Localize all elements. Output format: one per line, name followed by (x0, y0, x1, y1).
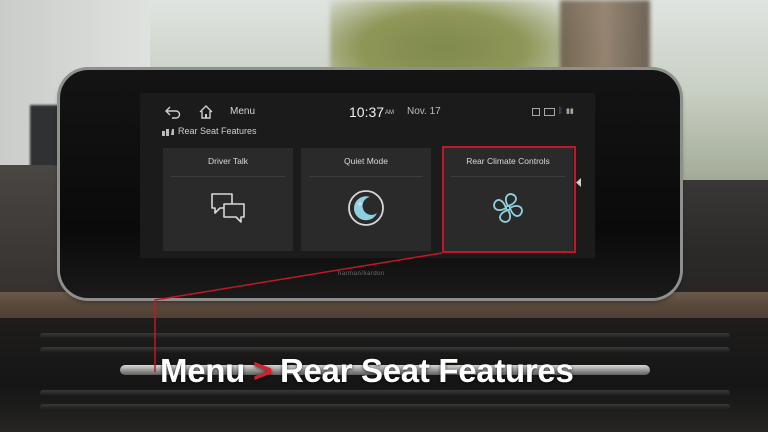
status-icons: ᛒ ▮▮ (532, 106, 582, 116)
rear-seat-icon (162, 129, 174, 136)
tile-quiet-mode[interactable]: Quiet Mode (301, 148, 431, 251)
status-bar: Menu 10:37 AM Nov. 17 ᛒ ▮▮ (140, 93, 595, 129)
scroll-indicator-icon[interactable] (576, 178, 581, 187)
vent-louver (40, 404, 730, 410)
clock-time: 10:37 (349, 104, 385, 120)
menu-button[interactable]: Menu (230, 106, 255, 117)
clock-ampm: AM (385, 110, 394, 116)
highlight-box (442, 146, 576, 253)
bezel-brand-label: harman/kardon (338, 271, 385, 277)
speech-bubbles-icon (211, 193, 245, 223)
tile-driver-talk[interactable]: Driver Talk (163, 148, 293, 251)
home-button[interactable] (198, 104, 214, 120)
phone-status-icon (532, 108, 540, 116)
vent-louver (40, 390, 730, 396)
tile-divider (309, 176, 423, 177)
caption-part1: Menu (160, 352, 245, 389)
breadcrumb-label: Rear Seat Features (178, 126, 257, 136)
back-button[interactable] (165, 105, 181, 119)
battery-icon (544, 108, 555, 116)
caption-separator: > (252, 352, 272, 389)
signal-icon: ▮▮ (566, 108, 574, 115)
home-icon (199, 105, 213, 119)
caption-part2: Rear Seat Features (279, 352, 574, 389)
bluetooth-icon: ᛒ (558, 106, 563, 115)
tile-label: Driver Talk (208, 156, 248, 166)
tile-label: Quiet Mode (344, 156, 388, 166)
caption-overlay: Menu > Rear Seat Features (160, 352, 574, 390)
date-label: Nov. 17 (407, 106, 441, 117)
vent-louver (40, 333, 730, 339)
moon-icon (348, 190, 384, 226)
tile-divider (171, 176, 285, 177)
back-arrow-icon (165, 106, 181, 119)
